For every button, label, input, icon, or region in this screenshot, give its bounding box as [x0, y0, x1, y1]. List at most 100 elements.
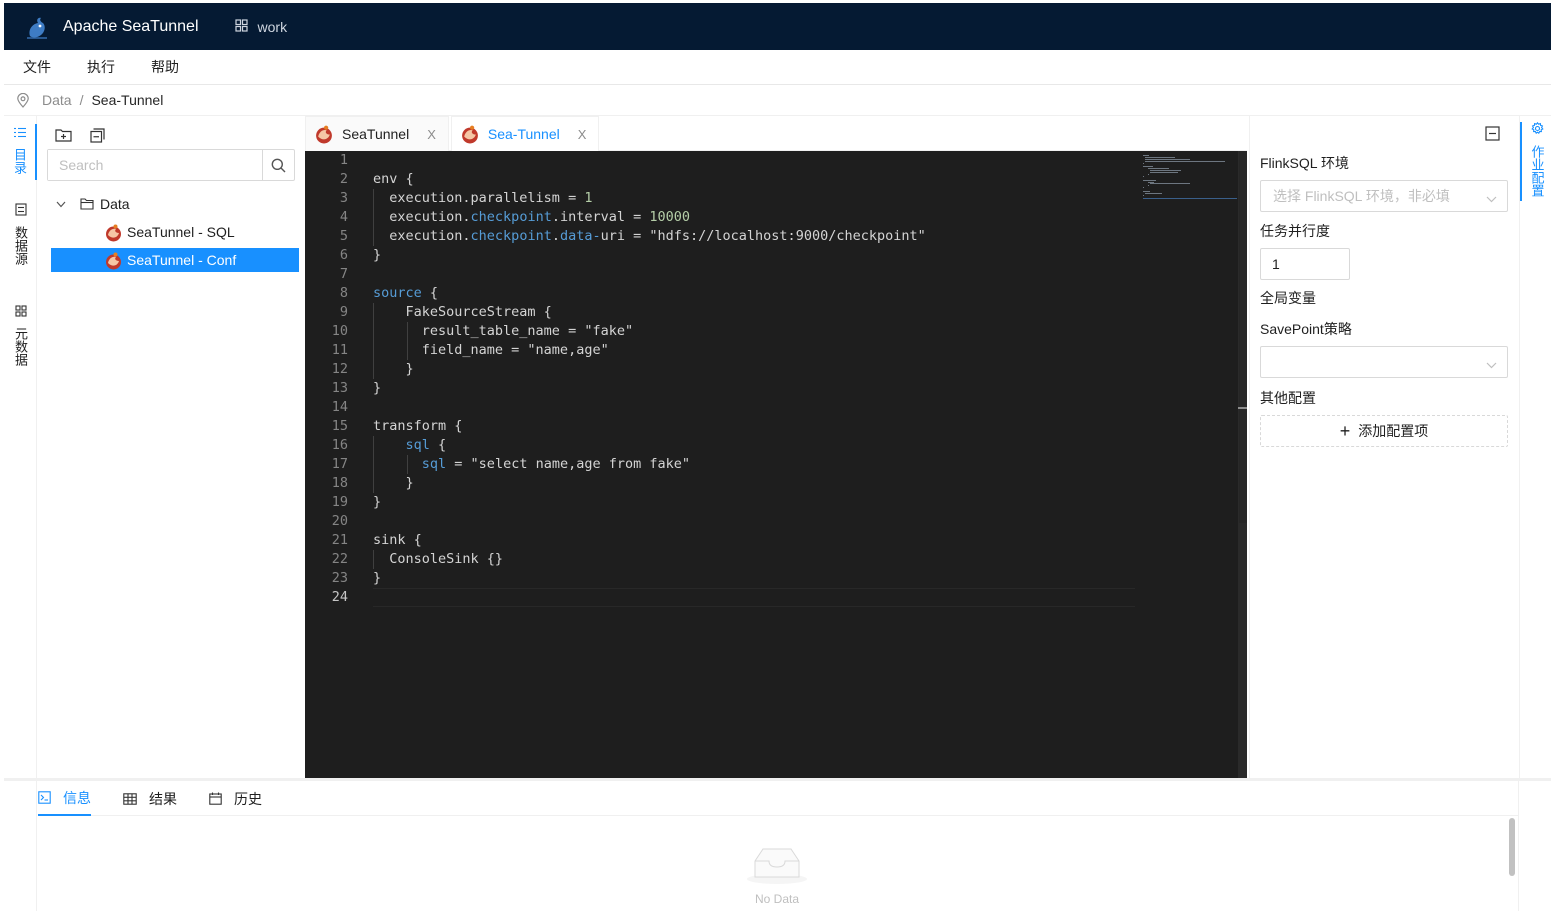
code-line[interactable]: 12 } — [305, 360, 1135, 379]
empty-inbox-icon — [745, 843, 809, 888]
tab-job-config[interactable]: 作业配置 — [1520, 121, 1551, 201]
code-line[interactable]: 22 ConsoleSink {} — [305, 550, 1135, 569]
bottom-panel: 信息 结果 历史 No Data — [4, 778, 1551, 911]
tab-catalog[interactable]: 目录 — [4, 124, 37, 180]
menu-file[interactable]: 文件 — [4, 57, 69, 77]
left-side-tabs: 目录 数据源 元数据 — [4, 116, 37, 778]
catalog-panel: Data SeaTunnel - SQL SeaTunnel - Conf — [38, 116, 302, 778]
tab-info[interactable]: 信息 — [38, 781, 91, 816]
chevron-down-icon — [1486, 190, 1497, 206]
minimap-line — [1147, 185, 1149, 187]
tab-catalog-label: 目录 — [12, 148, 27, 174]
parallelism-value: 1 — [1272, 256, 1280, 272]
code-line[interactable]: 14 — [305, 398, 1135, 417]
code-line[interactable]: 10 result_table_name = "fake" — [305, 322, 1135, 341]
tab-result[interactable]: 结果 — [123, 781, 177, 816]
list-icon — [13, 124, 26, 143]
code-text: execution.checkpoint.data-uri = "hdfs://… — [373, 228, 926, 244]
line-number: 5 — [339, 228, 348, 244]
breadcrumb: Data / Sea-Tunnel — [4, 85, 1551, 116]
code-line[interactable]: 20 — [305, 512, 1135, 531]
line-number: 3 — [339, 190, 348, 206]
menu-execute[interactable]: 执行 — [69, 57, 133, 77]
code-text: field_name = "name,age" — [373, 342, 609, 358]
editor-area: SeaTunnel X Sea-Tunnel X 1 2 env {3 execut… — [305, 116, 1247, 778]
code-line[interactable]: 4 execution.checkpoint.interval = 10000 — [305, 208, 1135, 227]
code-line[interactable]: 1 — [305, 151, 1135, 170]
search-input[interactable] — [48, 150, 262, 180]
code-line[interactable]: 18 } — [305, 474, 1135, 493]
editor-tab-label: Sea-Tunnel — [487, 126, 560, 142]
chevron-down-icon[interactable] — [56, 201, 66, 208]
code-line[interactable]: 3 execution.parallelism = 1 — [305, 189, 1135, 208]
code-text: transform { — [373, 418, 463, 434]
code-editor[interactable]: 1 2 env {3 execution.parallelism = 14 exec… — [305, 151, 1247, 778]
editor-tab-sea-tunnel[interactable]: Sea-Tunnel X — [450, 116, 600, 151]
code-line[interactable]: 21 sink { — [305, 531, 1135, 550]
savepoint-select[interactable] — [1260, 346, 1508, 378]
close-icon[interactable]: X — [427, 127, 436, 142]
code-text: } — [373, 570, 382, 586]
bottom-scroll-track — [1518, 781, 1519, 911]
code-line[interactable]: 23} — [305, 569, 1135, 588]
line-number: 4 — [339, 209, 348, 225]
menu-bar: 文件 执行 帮助 — [4, 50, 1551, 85]
code-line[interactable]: 15 transform { — [305, 417, 1135, 436]
code-line[interactable]: 19} — [305, 493, 1135, 512]
code-line[interactable]: 16 sql { — [305, 436, 1135, 455]
code-line[interactable]: 24 — [305, 588, 1135, 607]
tab-history[interactable]: 历史 — [209, 781, 262, 816]
tab-metadata[interactable]: 元数据 — [4, 303, 37, 366]
minimap-line — [1145, 192, 1163, 194]
right-side-tabs: 作业配置 — [1519, 116, 1551, 778]
project-name: work — [257, 18, 288, 35]
collapse-all-icon[interactable] — [88, 126, 106, 144]
tree-item-seatunnel-conf[interactable]: SeaTunnel - Conf — [51, 248, 299, 272]
add-config-button[interactable]: + 添加配置项 — [1260, 415, 1508, 447]
breadcrumb-data[interactable]: Data — [42, 92, 72, 108]
code-line[interactable]: 8 source { — [305, 284, 1135, 303]
grid-icon — [234, 18, 248, 35]
line-number: 11 — [331, 342, 348, 358]
flinksql-env-select[interactable]: 选择 FlinkSQL 环境，非必填 — [1260, 180, 1508, 212]
code-text: } — [373, 247, 382, 263]
minimap-line — [1150, 172, 1178, 173]
minimap-line — [1143, 191, 1151, 192]
code-line[interactable]: 13} — [305, 379, 1135, 398]
code-text: sql = "select name,age from fake" — [421, 456, 691, 472]
code-text: sink { — [373, 532, 422, 548]
plus-icon: + — [1339, 421, 1351, 441]
menu-help[interactable]: 帮助 — [133, 57, 197, 77]
parallelism-input[interactable]: 1 — [1260, 248, 1350, 280]
app-window: Apache SeaTunnel work 文件 执行 帮助 Data / Se… — [4, 3, 1551, 911]
bottom-scrollbar[interactable] — [1509, 818, 1515, 876]
seatunnel-logo-icon[interactable] — [23, 13, 51, 41]
close-icon[interactable]: X — [578, 127, 587, 142]
new-folder-icon[interactable] — [54, 126, 72, 144]
minimize-icon[interactable] — [1485, 126, 1500, 144]
indent-guide — [407, 455, 408, 474]
code-line[interactable]: 17 sql = "select name,age from fake" — [305, 455, 1135, 474]
line-number: 10 — [331, 323, 348, 339]
line-number: 23 — [331, 570, 348, 586]
code-text: env { — [373, 171, 414, 187]
code-text: FakeSourceStream { — [373, 304, 552, 320]
tree-item-seatunnel-sql[interactable]: SeaTunnel - SQL — [104, 220, 296, 244]
tree-folder-data[interactable]: Data — [56, 192, 130, 216]
project-selector[interactable]: work — [234, 18, 288, 35]
code-line[interactable]: 6} — [305, 246, 1135, 265]
code-line[interactable]: 2 env { — [305, 170, 1135, 189]
search-icon[interactable] — [262, 150, 294, 180]
editor-scrollbar-thumb[interactable] — [1239, 151, 1247, 523]
console-icon — [38, 791, 51, 804]
minimap-line — [1143, 194, 1145, 196]
savepoint-label: SavePoint策略 — [1260, 321, 1352, 337]
tab-info-label: 信息 — [63, 789, 91, 806]
code-line[interactable]: 11 field_name = "name,age" — [305, 341, 1135, 360]
code-line[interactable]: 5 execution.checkpoint.data-uri = "hdfs:… — [305, 227, 1135, 246]
code-line[interactable]: 9 FakeSourceStream { — [305, 303, 1135, 322]
code-line[interactable]: 7 — [305, 265, 1135, 284]
editor-tab-seatunnel[interactable]: SeaTunnel X — [305, 116, 449, 151]
tab-datasource[interactable]: 数据源 — [4, 202, 37, 265]
code-minimap[interactable] — [1143, 151, 1237, 199]
